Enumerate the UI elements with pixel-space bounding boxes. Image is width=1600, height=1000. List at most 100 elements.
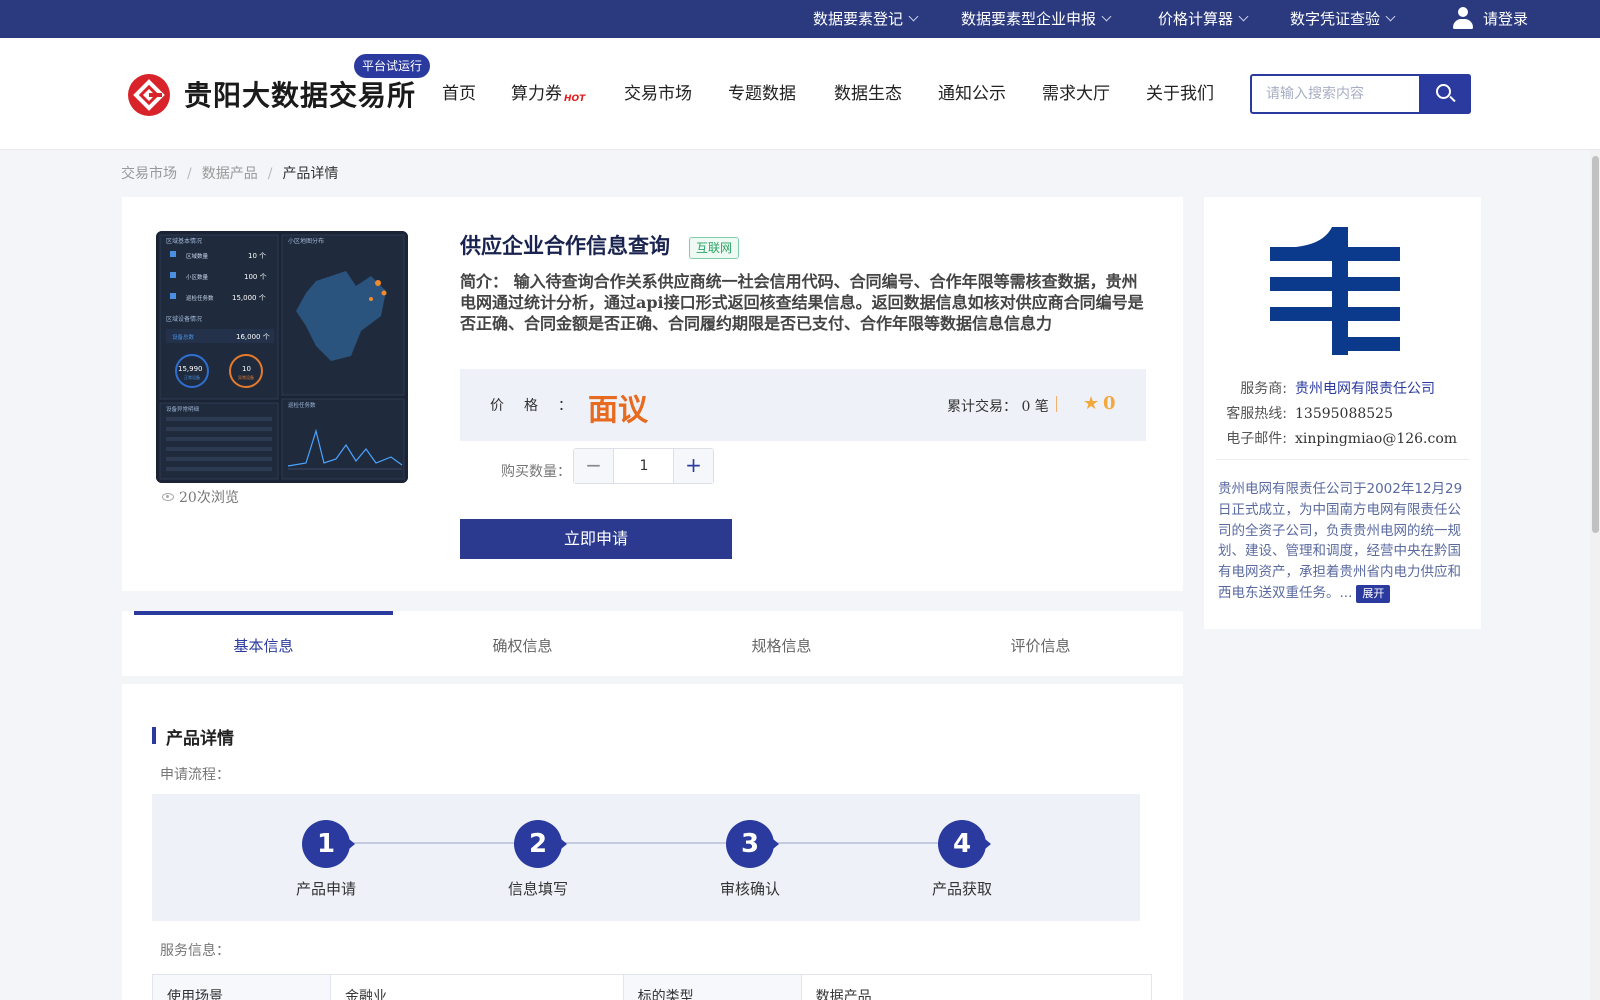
provider-hotline-key: 客服热线: (1226, 406, 1287, 422)
provider-name-row: 服务商: 贵州电网有限责任公司 (1220, 378, 1435, 398)
provider-email-key: 电子邮件: (1226, 431, 1287, 447)
site-logo-text[interactable]: 贵阳大数据交易所 (184, 74, 416, 114)
thumb-row-label: 区域数量 (186, 252, 209, 260)
nav-data-ecosystem[interactable]: 数据生态 (834, 80, 902, 108)
thumb-title-map: 小区地图分布 (288, 237, 324, 245)
tab-basic-info[interactable]: 基本信息 (134, 611, 393, 676)
product-detail-section: 产品详情 申请流程： 1 2 3 4 产品申请 信息填写 审核确认 产品获取 服… (122, 684, 1183, 1000)
table-cell-value: 金融业 (330, 974, 624, 1000)
product-title: 供应企业合作信息查询 (460, 233, 670, 258)
table-cell-value: 数据产品 (800, 974, 1153, 1000)
expand-button[interactable]: 展开 (1356, 584, 1391, 603)
product-card: 区域基本情况 小区地图分布 区域数量 10 个 小区数量 100 个 巡检任务数… (122, 197, 1183, 591)
rating-value: 0 (1103, 393, 1116, 414)
provider-hotline: 13595088525 (1295, 406, 1393, 422)
thumb-anomaly-title: 设备异常明细 (166, 405, 200, 413)
flow-label: 申请流程： (160, 767, 230, 783)
breadcrumb-data-products[interactable]: 数据产品 (202, 166, 258, 182)
table-row: 使用场景 金融业 标的类型 数据产品 (152, 974, 1153, 1000)
topbar-menu-enterprise-declaration[interactable]: 数据要素型企业申报 (961, 0, 1112, 38)
main-header: 贵阳大数据交易所 平台试运行 首页 算力券 HOT 交易市场 专题数据 数据生态 … (0, 38, 1600, 150)
flow-step-number: 2 (514, 820, 567, 868)
product-description: 简介： 输入待查询合作关系供应商统一社会信用代码、合同编号、合作年限等需核查数据… (460, 272, 1144, 333)
logo-icon[interactable] (128, 74, 170, 116)
table-cell-key: 标的类型 (622, 974, 802, 1000)
hot-badge: HOT (564, 94, 586, 104)
chevron-down-icon (1238, 11, 1249, 22)
price-value: 面议 (588, 393, 648, 428)
thumb-row-label: 小区数量 (186, 273, 209, 281)
search-button[interactable] (1419, 74, 1471, 114)
breadcrumb-trade-market[interactable]: 交易市场 (121, 166, 177, 182)
provider-hotline-row: 客服热线: 13595088525 (1220, 403, 1393, 423)
quantity-label: 购买数量： (501, 464, 571, 480)
flow-step-label: 审核确认 (719, 880, 780, 898)
nav-notices[interactable]: 通知公示 (938, 80, 1006, 108)
thumb-device-total-label: 设备总数 (172, 333, 195, 341)
nav-label: 算力券 (511, 84, 562, 104)
nav-about-us[interactable]: 关于我们 (1146, 80, 1214, 108)
thumb-row-value: 100 个 (244, 273, 267, 281)
beta-badge: 平台试运行 (354, 54, 431, 78)
breadcrumb: 交易市场 / 数据产品 / 产品详情 (121, 166, 339, 182)
thumb-row-value: 10 个 (248, 252, 266, 260)
breadcrumb-current: 产品详情 (282, 166, 339, 182)
topbar-menu-label: 数据要素型企业申报 (961, 10, 1097, 28)
topbar-menu-label: 数字凭证查验 (1290, 10, 1381, 28)
login-link[interactable]: 请登录 (1453, 0, 1528, 38)
provider-name-link[interactable]: 贵州电网有限责任公司 (1295, 381, 1435, 397)
thumb-circle-label: 异常设备 (238, 374, 254, 380)
topbar-menu-label: 价格计算器 (1158, 10, 1234, 28)
view-count: 20次浏览 (162, 487, 239, 507)
nav-trade-market[interactable]: 交易市场 (624, 80, 692, 108)
view-count-label: 20次浏览 (179, 490, 239, 506)
flow-connector (346, 842, 946, 844)
flow-step-label: 产品申请 (295, 880, 356, 898)
top-utility-bar: 数据要素登记 数据要素型企业申报 价格计算器 数字凭证查验 请登录 (0, 0, 1600, 38)
page-scrollbar (1590, 150, 1600, 1000)
divider (1216, 459, 1469, 460)
tab-rights-info[interactable]: 确权信息 (393, 611, 652, 676)
eye-icon (162, 493, 174, 501)
thumb-device-title: 区域设备情况 (166, 315, 202, 323)
flow-step-number: 3 (726, 820, 779, 868)
provider-name-key: 服务商: (1240, 381, 1287, 397)
nav-compute-voucher[interactable]: 算力券 HOT (511, 80, 585, 108)
thumb-row-label: 巡检任务数 (186, 294, 214, 302)
quantity-stepper: − 1 + (573, 448, 714, 484)
tab-review-info[interactable]: 评价信息 (911, 611, 1170, 676)
thumb-circle-value: 10 (242, 365, 251, 373)
tab-spec-info[interactable]: 规格信息 (652, 611, 911, 676)
quantity-increase-button[interactable]: + (673, 449, 713, 483)
topbar-menu-certificate-check[interactable]: 数字凭证查验 (1290, 0, 1396, 38)
service-info-label: 服务信息： (160, 943, 230, 959)
apply-now-button[interactable]: 立即申请 (460, 519, 732, 559)
flow-step-number: 1 (302, 820, 355, 868)
info-tabs: 基本信息 确权信息 规格信息 评价信息 (122, 611, 1183, 676)
category-tag: 互联网 (689, 237, 740, 259)
product-thumbnail: 区域基本情况 小区地图分布 区域数量 10 个 小区数量 100 个 巡检任务数… (156, 231, 408, 483)
price-panel: 价格： 面议 累计交易： 0 笔 ★ 0 (460, 369, 1146, 441)
provider-logo (1260, 227, 1410, 361)
table-cell-key: 使用场景 (152, 974, 331, 1000)
topbar-menu-price-calculator[interactable]: 价格计算器 (1158, 0, 1249, 38)
search-box (1250, 74, 1471, 114)
thumb-circle-label: 正常设备 (184, 374, 200, 380)
quantity-decrease-button[interactable]: − (574, 449, 614, 483)
user-icon (1453, 6, 1473, 29)
nav-home[interactable]: 首页 (442, 80, 476, 108)
nav-demand-hall[interactable]: 需求大厅 (1042, 80, 1110, 108)
flow-step-number: 4 (938, 820, 991, 868)
star-icon: ★ (1083, 393, 1100, 414)
section-title: 产品详情 (152, 724, 234, 749)
trade-count: 累计交易： 0 笔 (947, 399, 1049, 415)
login-label: 请登录 (1483, 10, 1529, 28)
search-input[interactable] (1252, 76, 1420, 112)
service-info-table: 使用场景 金融业 标的类型 数据产品 (152, 974, 1153, 1000)
thumb-chart-title: 巡检任务数 (288, 401, 316, 409)
quantity-input[interactable]: 1 (614, 449, 674, 483)
topbar-menu-data-registration[interactable]: 数据要素登记 (813, 0, 919, 38)
topbar-menu-label: 数据要素登记 (813, 10, 904, 28)
scrollbar-thumb[interactable] (1592, 156, 1599, 533)
nav-topic-data[interactable]: 专题数据 (728, 80, 796, 108)
